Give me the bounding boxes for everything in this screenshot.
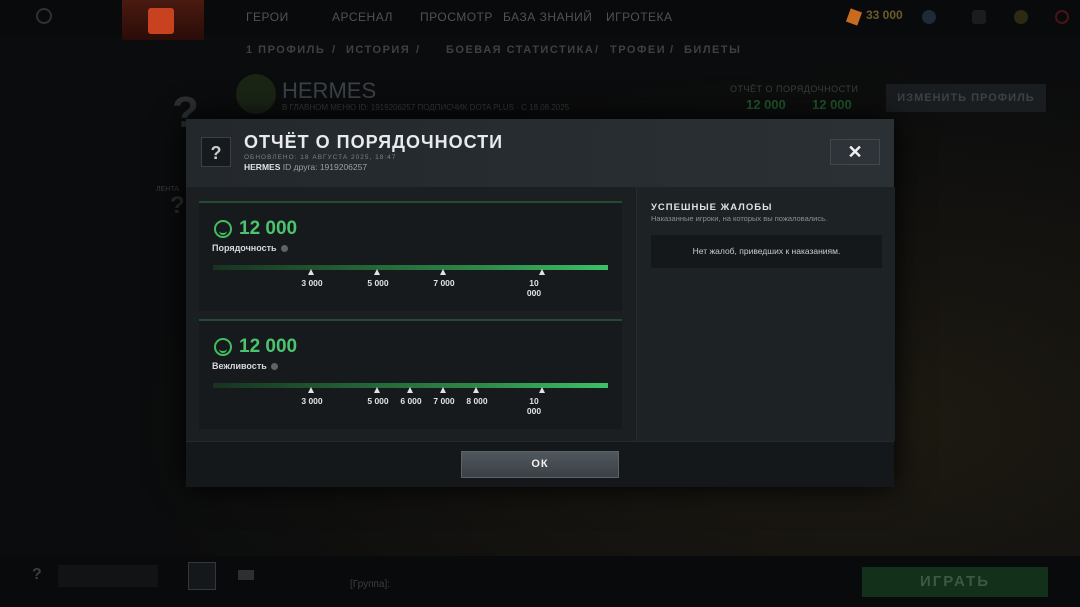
conduct-report-modal: ? ОТЧЁТ О ПОРЯДОЧНОСТИ ОБНОВЛЕНО: 18 АВГ… [186,119,895,487]
profile-status: В ГЛАВНОМ МЕНЮ ID: 1919206257 ПОДПИСЧИК … [282,103,570,112]
tab-separator: / [670,44,675,56]
conduct-tick-label: 7 000 [433,278,455,288]
behavior-tick-marker [407,387,413,393]
behavior-tick-label: 6 000 [400,396,422,406]
question-icon: ? [201,137,231,167]
behavior-tick-marker [374,387,380,393]
modal-user: HERMES ID друга: 1919206257 [244,162,367,172]
settings-gear-icon[interactable] [36,8,52,24]
shards-icon [845,8,863,26]
tab-separator: / [595,44,600,56]
dota-logo-icon [148,8,174,34]
reports-empty-message: Нет жалоб, приведших к наказаниям. [651,235,882,268]
unknown-rank-icon: ? [170,192,185,219]
tab-trophies[interactable]: ТРОФЕИ [610,44,666,56]
tab-profile[interactable]: 1 ПРОФИЛЬ [246,44,325,56]
nav-watch[interactable]: ПРОСМОТР [420,10,493,24]
avatar[interactable] [236,74,276,114]
modal-title: ОТЧЁТ О ПОРЯДОЧНОСТИ [244,132,504,152]
nav-armory[interactable]: АРСЕНАЛ [332,10,393,24]
behavior-tick-label: 7 000 [433,396,455,406]
modal-header: ? ОТЧЁТ О ПОРЯДОЧНОСТИ ОБНОВЛЕНО: 18 АВГ… [186,119,894,187]
behavior-label: Вежливость [212,361,278,371]
tab-separator: / [416,44,421,56]
conduct-summary-score: 12 000 [746,97,786,112]
behavior-tick-marker [539,387,545,393]
behavior-tick-marker [440,387,446,393]
tab-history[interactable]: ИСТОРИЯ [346,44,410,56]
behavior-label-text: Вежливость [212,361,267,371]
conduct-summary-label[interactable]: ОТЧЁТ О ПОРЯДОЧНОСТИ [730,84,858,94]
profile-name: HERMES [282,78,377,103]
tab-battle-stats[interactable]: БОЕВАЯ СТАТИСТИКА [446,44,594,56]
close-button[interactable]: ✕ [830,139,880,165]
ranked-icon[interactable] [188,562,216,590]
conduct-score: 12 000 [239,218,298,239]
tab-tickets[interactable]: БИЛЕТЫ [684,44,741,56]
conduct-tick-marker [539,269,545,275]
modal-user-name: HERMES [244,162,281,172]
smile-icon [214,220,232,238]
shards-count: 33 000 [866,8,903,22]
nav-knowledge-base[interactable]: БАЗА ЗНАНИЙ [503,10,592,24]
chat-line: [Группа]: [350,579,391,590]
conduct-panel: 12 000 Порядочность 3 000 5 000 7 000 10… [199,201,622,311]
dota-plus-icon[interactable] [1014,10,1028,24]
conduct-tick-marker [308,269,314,275]
behavior-score: 12 000 [239,336,298,357]
conduct-tick-label: 5 000 [367,278,389,288]
party-icon[interactable] [238,570,254,580]
play-button[interactable]: ИГРАТЬ [862,567,1048,597]
modal-user-id: ID друга: 1919206257 [282,162,368,172]
power-icon[interactable] [1055,10,1069,24]
reports-title: УСПЕШНЫЕ ЖАЛОБЫ [651,202,773,213]
reports-subtitle: Наказанные игроки, на которых вы пожалов… [651,214,828,223]
ok-button[interactable]: ОК [461,451,619,478]
conduct-tick-marker [440,269,446,275]
info-icon[interactable] [280,245,288,253]
updated-timestamp: ОБНОВЛЕНО: 18 АВГУСТА 2025, 18:47 [244,154,397,161]
behavior-tick-label: 8 000 [466,396,488,406]
party-slots[interactable] [58,565,158,587]
inventory-icon[interactable] [972,10,986,24]
conduct-tick-label: 3 000 [301,278,323,288]
behavior-tick-marker [473,387,479,393]
tab-separator: / [332,44,337,56]
modal-footer: ОК [186,441,894,487]
behavior-tick-marker [308,387,314,393]
conduct-tick-label: 10 000 [526,278,542,298]
behavior-tick-label: 3 000 [301,396,323,406]
behavior-panel: 12 000 Вежливость 3 000 5 000 6 000 7 00… [199,319,622,429]
behavior-tick-label: 10 000 [526,396,542,416]
nav-heroes[interactable]: ГЕРОИ [246,10,289,24]
conduct-progress-bar [213,265,608,270]
top-bar: ГЕРОИ АРСЕНАЛ ПРОСМОТР БАЗА ЗНАНИЙ ИГРОТ… [0,0,1080,40]
edit-profile-button[interactable]: ИЗМЕНИТЬ ПРОФИЛЬ [886,84,1046,112]
behavior-tick-label: 5 000 [367,396,389,406]
conduct-tick-marker [374,269,380,275]
behavior-summary-score: 12 000 [812,97,852,112]
friends-icon[interactable] [922,10,936,24]
conduct-label-text: Порядочность [212,243,277,253]
reports-section: УСПЕШНЫЕ ЖАЛОБЫ Наказанные игроки, на ко… [636,187,895,441]
nav-arcade[interactable]: ИГРОТЕКА [606,10,673,24]
help-icon[interactable]: ? [32,566,42,584]
smile-icon [214,338,232,356]
info-icon[interactable] [270,363,278,371]
conduct-label: Порядочность [212,243,288,253]
